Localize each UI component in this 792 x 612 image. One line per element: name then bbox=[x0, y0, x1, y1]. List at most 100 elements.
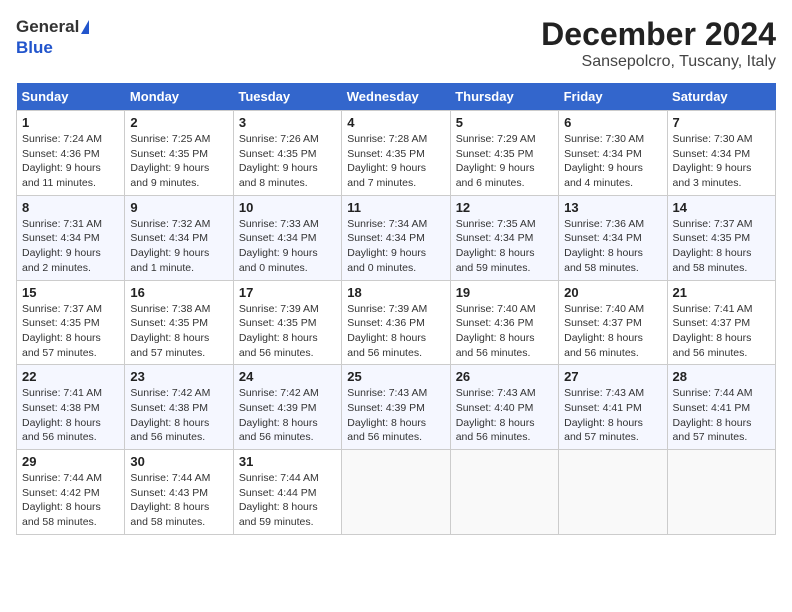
day-detail: Sunrise: 7:36 AMSunset: 4:34 PMDaylight:… bbox=[564, 218, 644, 274]
calendar-cell: 26 Sunrise: 7:43 AMSunset: 4:40 PMDaylig… bbox=[450, 365, 558, 450]
day-detail: Sunrise: 7:42 AMSunset: 4:38 PMDaylight:… bbox=[130, 387, 210, 443]
col-header-friday: Friday bbox=[559, 83, 667, 111]
day-detail: Sunrise: 7:43 AMSunset: 4:40 PMDaylight:… bbox=[456, 387, 536, 443]
day-number: 7 bbox=[673, 115, 770, 130]
day-detail: Sunrise: 7:37 AMSunset: 4:35 PMDaylight:… bbox=[673, 218, 753, 274]
day-number: 9 bbox=[130, 200, 227, 215]
day-number: 20 bbox=[564, 285, 661, 300]
col-header-sunday: Sunday bbox=[17, 83, 125, 111]
calendar-cell bbox=[342, 450, 450, 535]
day-number: 8 bbox=[22, 200, 119, 215]
day-number: 10 bbox=[239, 200, 336, 215]
calendar-cell: 21 Sunrise: 7:41 AMSunset: 4:37 PMDaylig… bbox=[667, 280, 775, 365]
day-number: 25 bbox=[347, 369, 444, 384]
day-detail: Sunrise: 7:26 AMSunset: 4:35 PMDaylight:… bbox=[239, 133, 319, 189]
day-detail: Sunrise: 7:25 AMSunset: 4:35 PMDaylight:… bbox=[130, 133, 210, 189]
day-detail: Sunrise: 7:30 AMSunset: 4:34 PMDaylight:… bbox=[564, 133, 644, 189]
day-detail: Sunrise: 7:44 AMSunset: 4:44 PMDaylight:… bbox=[239, 472, 319, 528]
day-number: 3 bbox=[239, 115, 336, 130]
day-detail: Sunrise: 7:39 AMSunset: 4:36 PMDaylight:… bbox=[347, 303, 427, 359]
col-header-tuesday: Tuesday bbox=[233, 83, 341, 111]
day-detail: Sunrise: 7:29 AMSunset: 4:35 PMDaylight:… bbox=[456, 133, 536, 189]
day-detail: Sunrise: 7:34 AMSunset: 4:34 PMDaylight:… bbox=[347, 218, 427, 274]
day-number: 23 bbox=[130, 369, 227, 384]
day-number: 28 bbox=[673, 369, 770, 384]
day-number: 14 bbox=[673, 200, 770, 215]
calendar-cell: 24 Sunrise: 7:42 AMSunset: 4:39 PMDaylig… bbox=[233, 365, 341, 450]
day-number: 26 bbox=[456, 369, 553, 384]
calendar-cell: 15 Sunrise: 7:37 AMSunset: 4:35 PMDaylig… bbox=[17, 280, 125, 365]
day-number: 6 bbox=[564, 115, 661, 130]
calendar-cell: 19 Sunrise: 7:40 AMSunset: 4:36 PMDaylig… bbox=[450, 280, 558, 365]
calendar-table: SundayMondayTuesdayWednesdayThursdayFrid… bbox=[16, 83, 776, 535]
calendar-cell: 4 Sunrise: 7:28 AMSunset: 4:35 PMDayligh… bbox=[342, 111, 450, 196]
day-detail: Sunrise: 7:35 AMSunset: 4:34 PMDaylight:… bbox=[456, 218, 536, 274]
calendar-week-row: 8 Sunrise: 7:31 AMSunset: 4:34 PMDayligh… bbox=[17, 195, 776, 280]
calendar-cell: 13 Sunrise: 7:36 AMSunset: 4:34 PMDaylig… bbox=[559, 195, 667, 280]
calendar-cell: 31 Sunrise: 7:44 AMSunset: 4:44 PMDaylig… bbox=[233, 450, 341, 535]
day-number: 19 bbox=[456, 285, 553, 300]
calendar-cell: 17 Sunrise: 7:39 AMSunset: 4:35 PMDaylig… bbox=[233, 280, 341, 365]
day-number: 11 bbox=[347, 200, 444, 215]
day-number: 22 bbox=[22, 369, 119, 384]
calendar-cell: 22 Sunrise: 7:41 AMSunset: 4:38 PMDaylig… bbox=[17, 365, 125, 450]
calendar-cell: 27 Sunrise: 7:43 AMSunset: 4:41 PMDaylig… bbox=[559, 365, 667, 450]
calendar-cell: 9 Sunrise: 7:32 AMSunset: 4:34 PMDayligh… bbox=[125, 195, 233, 280]
day-detail: Sunrise: 7:41 AMSunset: 4:37 PMDaylight:… bbox=[673, 303, 753, 359]
calendar-week-row: 22 Sunrise: 7:41 AMSunset: 4:38 PMDaylig… bbox=[17, 365, 776, 450]
day-detail: Sunrise: 7:41 AMSunset: 4:38 PMDaylight:… bbox=[22, 387, 102, 443]
calendar-cell: 1 Sunrise: 7:24 AMSunset: 4:36 PMDayligh… bbox=[17, 111, 125, 196]
calendar-week-row: 29 Sunrise: 7:44 AMSunset: 4:42 PMDaylig… bbox=[17, 450, 776, 535]
day-detail: Sunrise: 7:28 AMSunset: 4:35 PMDaylight:… bbox=[347, 133, 427, 189]
col-header-thursday: Thursday bbox=[450, 83, 558, 111]
calendar-cell: 10 Sunrise: 7:33 AMSunset: 4:34 PMDaylig… bbox=[233, 195, 341, 280]
day-number: 21 bbox=[673, 285, 770, 300]
calendar-cell: 28 Sunrise: 7:44 AMSunset: 4:41 PMDaylig… bbox=[667, 365, 775, 450]
day-detail: Sunrise: 7:31 AMSunset: 4:34 PMDaylight:… bbox=[22, 218, 102, 274]
calendar-cell: 6 Sunrise: 7:30 AMSunset: 4:34 PMDayligh… bbox=[559, 111, 667, 196]
day-detail: Sunrise: 7:43 AMSunset: 4:39 PMDaylight:… bbox=[347, 387, 427, 443]
calendar-cell: 8 Sunrise: 7:31 AMSunset: 4:34 PMDayligh… bbox=[17, 195, 125, 280]
day-detail: Sunrise: 7:43 AMSunset: 4:41 PMDaylight:… bbox=[564, 387, 644, 443]
calendar-cell: 14 Sunrise: 7:37 AMSunset: 4:35 PMDaylig… bbox=[667, 195, 775, 280]
title-block: December 2024 Sansepolcro, Tuscany, Ital… bbox=[541, 16, 776, 71]
day-detail: Sunrise: 7:33 AMSunset: 4:34 PMDaylight:… bbox=[239, 218, 319, 274]
day-number: 29 bbox=[22, 454, 119, 469]
day-number: 30 bbox=[130, 454, 227, 469]
day-detail: Sunrise: 7:40 AMSunset: 4:37 PMDaylight:… bbox=[564, 303, 644, 359]
calendar-cell: 25 Sunrise: 7:43 AMSunset: 4:39 PMDaylig… bbox=[342, 365, 450, 450]
calendar-cell: 30 Sunrise: 7:44 AMSunset: 4:43 PMDaylig… bbox=[125, 450, 233, 535]
day-number: 31 bbox=[239, 454, 336, 469]
logo-blue: Blue bbox=[16, 38, 89, 58]
calendar-cell bbox=[667, 450, 775, 535]
day-number: 4 bbox=[347, 115, 444, 130]
calendar-cell: 3 Sunrise: 7:26 AMSunset: 4:35 PMDayligh… bbox=[233, 111, 341, 196]
col-header-monday: Monday bbox=[125, 83, 233, 111]
calendar-cell: 20 Sunrise: 7:40 AMSunset: 4:37 PMDaylig… bbox=[559, 280, 667, 365]
day-number: 15 bbox=[22, 285, 119, 300]
col-header-wednesday: Wednesday bbox=[342, 83, 450, 111]
page-subtitle: Sansepolcro, Tuscany, Italy bbox=[541, 53, 776, 71]
day-detail: Sunrise: 7:38 AMSunset: 4:35 PMDaylight:… bbox=[130, 303, 210, 359]
calendar-cell: 11 Sunrise: 7:34 AMSunset: 4:34 PMDaylig… bbox=[342, 195, 450, 280]
calendar-cell: 16 Sunrise: 7:38 AMSunset: 4:35 PMDaylig… bbox=[125, 280, 233, 365]
calendar-week-row: 1 Sunrise: 7:24 AMSunset: 4:36 PMDayligh… bbox=[17, 111, 776, 196]
page-header: General Blue December 2024 Sansepolcro, … bbox=[16, 16, 776, 71]
calendar-cell bbox=[450, 450, 558, 535]
calendar-cell: 18 Sunrise: 7:39 AMSunset: 4:36 PMDaylig… bbox=[342, 280, 450, 365]
day-number: 12 bbox=[456, 200, 553, 215]
day-number: 17 bbox=[239, 285, 336, 300]
logo: General Blue bbox=[16, 16, 89, 58]
page-title: December 2024 bbox=[541, 16, 776, 53]
logo-general: General bbox=[16, 17, 79, 36]
calendar-header-row: SundayMondayTuesdayWednesdayThursdayFrid… bbox=[17, 83, 776, 111]
calendar-cell: 2 Sunrise: 7:25 AMSunset: 4:35 PMDayligh… bbox=[125, 111, 233, 196]
day-detail: Sunrise: 7:39 AMSunset: 4:35 PMDaylight:… bbox=[239, 303, 319, 359]
day-number: 5 bbox=[456, 115, 553, 130]
day-detail: Sunrise: 7:32 AMSunset: 4:34 PMDaylight:… bbox=[130, 218, 210, 274]
day-number: 13 bbox=[564, 200, 661, 215]
day-number: 16 bbox=[130, 285, 227, 300]
day-detail: Sunrise: 7:44 AMSunset: 4:42 PMDaylight:… bbox=[22, 472, 102, 528]
day-detail: Sunrise: 7:42 AMSunset: 4:39 PMDaylight:… bbox=[239, 387, 319, 443]
day-number: 1 bbox=[22, 115, 119, 130]
